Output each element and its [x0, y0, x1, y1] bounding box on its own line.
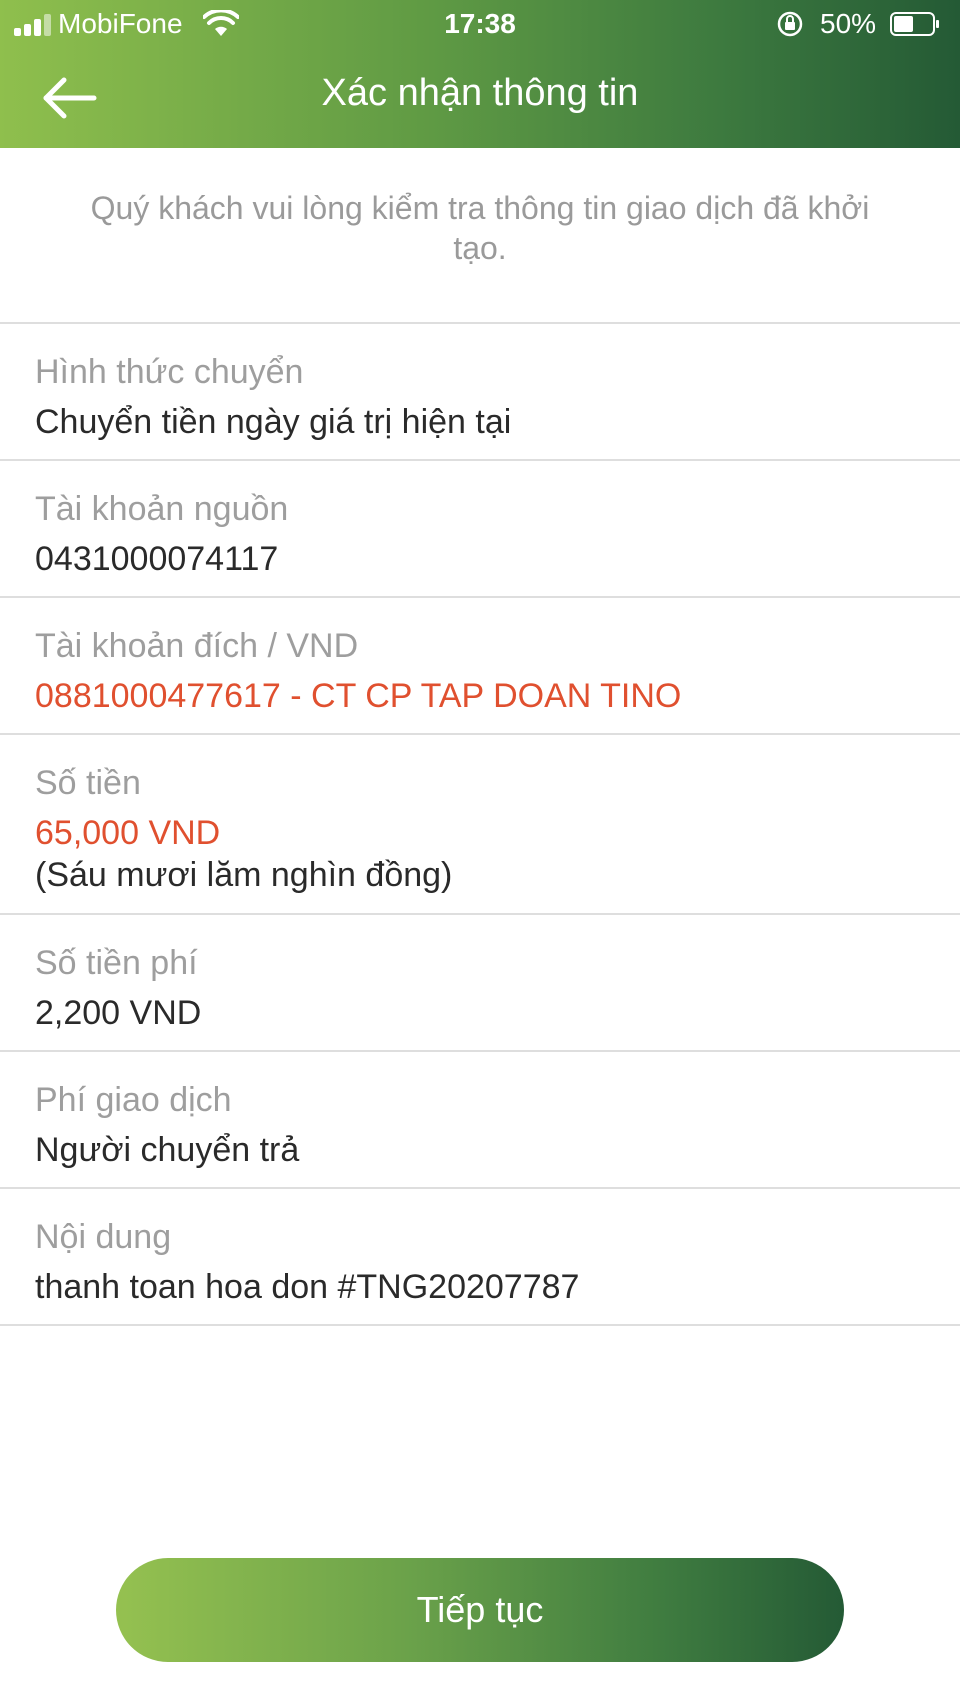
detail-label: Hình thức chuyển [35, 353, 304, 391]
amount-value: 65,000 VND [35, 814, 221, 852]
detail-label: Số tiền phí [35, 944, 198, 982]
detail-label: Nội dung [35, 1218, 172, 1256]
detail-row-destination-account: Tài khoản đích / VND 0881000477617 - CT … [0, 596, 960, 733]
detail-row-transfer-type: Hình thức chuyển Chuyển tiền ngày giá tr… [0, 322, 960, 459]
amount-in-words: (Sáu mươi lăm nghìn đồng) [35, 856, 453, 894]
clock-time: 17:38 [444, 8, 516, 39]
detail-row-fee-amount: Số tiền phí 2,200 VND [0, 913, 960, 1050]
detail-label: Tài khoản nguồn [35, 490, 289, 528]
detail-value: Chuyển tiền ngày giá trị hiện tại [35, 403, 512, 441]
intro-message: Quý khách vui lòng kiểm tra thông tin gi… [90, 190, 870, 266]
detail-value: thanh toan hoa don #TNG20207787 [35, 1268, 580, 1306]
detail-value: Người chuyển trả [35, 1131, 300, 1169]
destination-account-value: 0881000477617 - CT CP TAP DOAN TINO [35, 677, 682, 715]
detail-row-fee-payer: Phí giao dịch Người chuyển trả [0, 1050, 960, 1187]
detail-row-content: Nội dung thanh toan hoa don #TNG20207787 [0, 1187, 960, 1326]
detail-row-amount: Số tiền 65,000 VND (Sáu mươi lăm nghìn đ… [0, 733, 960, 913]
detail-value: 0431000074117 [35, 540, 279, 578]
detail-value: 2,200 VND [35, 994, 202, 1032]
continue-button[interactable]: Tiếp tục [116, 1558, 844, 1662]
transaction-details-list: Hình thức chuyển Chuyển tiền ngày giá tr… [0, 322, 960, 1326]
battery-icon [890, 12, 939, 36]
detail-row-source-account: Tài khoản nguồn 0431000074117 [0, 459, 960, 596]
detail-label: Tài khoản đích / VND [35, 627, 359, 665]
detail-label: Phí giao dịch [35, 1081, 232, 1119]
rotation-lock-icon [777, 11, 803, 37]
app-header: MobiFone 17:38 50% Xác nhận thông tin [0, 0, 960, 148]
battery-percent: 50% [820, 8, 877, 39]
status-bar: MobiFone 17:38 50% [0, 0, 960, 48]
page-title: Xác nhận thông tin [321, 72, 639, 114]
detail-label: Số tiền [35, 764, 141, 802]
